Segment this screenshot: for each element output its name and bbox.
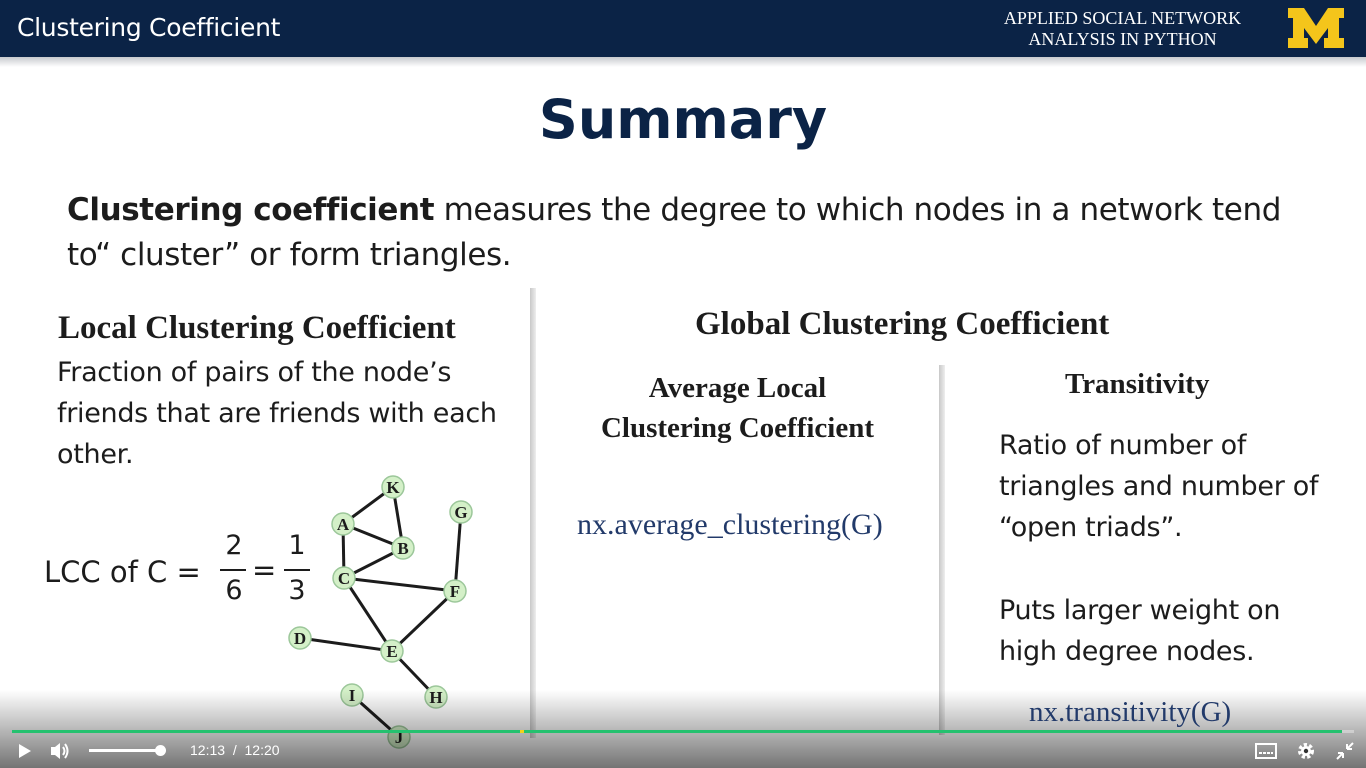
graph-node-A: A: [331, 512, 355, 536]
slide-top-shadow: [0, 57, 1366, 67]
avg-title-line2: Clustering Coefficient: [600, 412, 875, 444]
avg-title-line1: Average Local: [648, 372, 827, 404]
lcc-numerator-2: 1: [288, 530, 306, 561]
video-title-bar: Clustering Coefficient APPLIED SOCIAL NE…: [0, 0, 1366, 57]
graph-edge-B-C: [343, 546, 404, 580]
play-button[interactable]: [16, 742, 34, 760]
graph-node-D: D: [288, 626, 312, 650]
graph-node-K: K: [381, 475, 405, 499]
settings-icon: [1298, 743, 1314, 759]
graph-edge-A-K: [342, 485, 394, 526]
transitivity-description: Ratio of number of triangles and number …: [999, 425, 1319, 548]
settings-button[interactable]: [1296, 741, 1316, 761]
graph-edge-A-C: [341, 523, 346, 579]
progress-bar[interactable]: [12, 730, 1354, 733]
graph-edge-D-E: [299, 636, 393, 653]
course-title-line2: ANALYSIS IN PYTHON: [1028, 29, 1217, 49]
column-divider-right: [939, 365, 945, 735]
graph-node-E: E: [380, 639, 404, 663]
graph-edge-C-F: [343, 576, 456, 593]
graph-node-label: K: [386, 478, 400, 497]
graph-node-label: G: [454, 503, 467, 522]
course-title-line1: APPLIED SOCIAL NETWORK: [1003, 8, 1242, 28]
lcc-fraction-line-2: [284, 569, 310, 571]
current-time: 12:13: [190, 742, 226, 758]
graph-node-label: C: [338, 569, 350, 588]
volume-slider-track[interactable]: [89, 749, 161, 752]
avg-local-cc-title: Average Local Clustering Coefficient: [560, 368, 915, 448]
graph-node-F: F: [443, 579, 467, 603]
intro-bold-term: Clustering coefficient: [67, 192, 435, 228]
local-cc-description: Fraction of pairs of the node’s friends …: [57, 352, 497, 475]
graph-edge-F-G: [453, 511, 463, 592]
exit-fullscreen-icon: [1336, 742, 1354, 760]
graph-edge-K-B: [391, 486, 405, 549]
avg-clustering-code: nx.average_clustering(G): [577, 508, 883, 541]
graph-node-label: B: [397, 539, 408, 558]
university-m-logo: [1288, 8, 1344, 48]
play-icon: [19, 744, 31, 758]
lcc-numerator-1: 2: [225, 530, 243, 561]
duration: 12:20: [244, 742, 280, 758]
progress-fill: [12, 730, 1342, 733]
lcc-denominator-1: 6: [225, 575, 243, 606]
chapter-marker: [520, 730, 524, 733]
graph-node-label: E: [386, 642, 397, 661]
intro-text: Clustering coefficient measures the degr…: [67, 188, 1297, 278]
graph-node-B: B: [391, 536, 415, 560]
captions-icon: [1255, 743, 1277, 759]
transitivity-code: nx.transitivity(G): [1029, 696, 1232, 728]
transitivity-weight-note: Puts larger weight on high degree nodes.: [999, 590, 1281, 672]
local-cc-title: Local Clustering Coefficient: [58, 310, 456, 346]
lcc-fraction-line-1: [220, 569, 246, 571]
graph-node-label: D: [294, 629, 306, 648]
global-cc-title: Global Clustering Coefficient: [695, 306, 1110, 342]
volume-icon: [51, 743, 69, 759]
graph-node-C: C: [332, 566, 356, 590]
volume-button[interactable]: [49, 740, 73, 762]
exit-fullscreen-button[interactable]: [1335, 741, 1355, 761]
lcc-denominator-2: 3: [288, 575, 306, 606]
graph-edge-C-E: [342, 577, 394, 652]
graph-node-label: F: [450, 582, 460, 601]
slide-heading: Summary: [538, 88, 828, 151]
time-display: 12:13 / 12:20: [190, 742, 280, 758]
trans-desc-line2: triangles and number of: [999, 471, 1319, 502]
local-desc-line3: other.: [57, 439, 134, 470]
graph-edge-F-E: [390, 589, 457, 653]
local-desc-line2: friends that are friends with each: [57, 398, 497, 429]
volume-slider-handle[interactable]: [155, 745, 166, 756]
lcc-label: LCC of C =: [44, 555, 201, 589]
trans-desc-line3: “open triads”.: [999, 512, 1183, 543]
trans-desc-line1: Ratio of number of: [999, 430, 1247, 461]
trans-desc2-line2: high degree nodes.: [999, 636, 1255, 667]
video-title: Clustering Coefficient: [17, 13, 281, 42]
transitivity-title: Transitivity: [1065, 368, 1210, 400]
lcc-equals: =: [252, 553, 277, 587]
captions-button[interactable]: [1255, 741, 1277, 761]
graph-node-G: G: [449, 500, 473, 524]
course-title: APPLIED SOCIAL NETWORK ANALYSIS IN PYTHO…: [975, 8, 1270, 50]
trans-desc2-line1: Puts larger weight on: [999, 595, 1281, 626]
column-divider-left: [530, 288, 536, 738]
graph-node-label: A: [337, 515, 350, 534]
local-desc-line1: Fraction of pairs of the node’s: [57, 357, 452, 388]
time-separator: /: [232, 742, 237, 758]
graph-edge-A-B: [342, 522, 404, 550]
